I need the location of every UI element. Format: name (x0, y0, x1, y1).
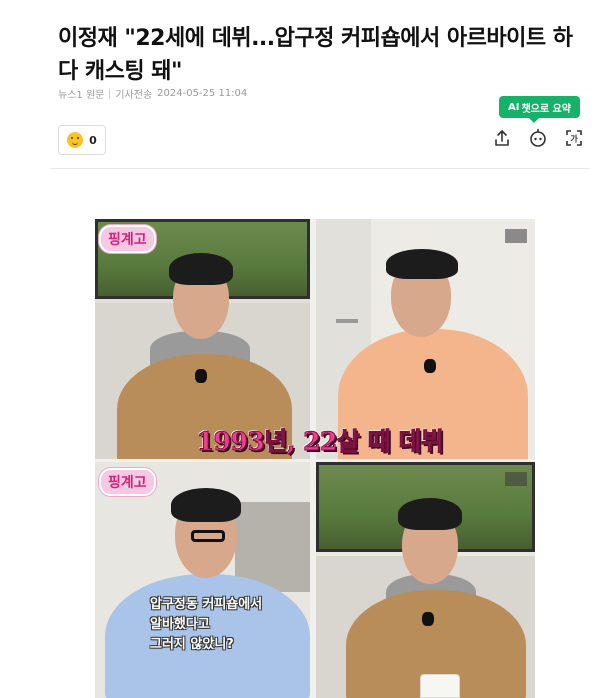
photo-panel-bottom-left: 핑계고 (95, 462, 310, 698)
article-photo: 핑계고 핑계고 1993년, 22살 때 데뷔 압구정동 커피숍에서 알바했다고 (95, 219, 535, 698)
lapel-mic (424, 359, 436, 373)
photo-panel-bottom-right (316, 462, 535, 698)
meta-divider (109, 88, 111, 99)
subtitle-quote: 압구정동 커피숍에서 알바했다고 그러지 않았니? (150, 595, 320, 655)
door-handle (336, 319, 358, 323)
watermark-logo (505, 472, 527, 486)
subtitle-quote-line: 알바했다고 (150, 617, 210, 632)
coffee-cup (420, 674, 460, 698)
show-badge: 핑계고 (99, 225, 156, 253)
source-link[interactable]: 뉴스1 원문 (58, 86, 104, 101)
lapel-mic (195, 369, 207, 383)
subtitle-quote-line: 그러지 않았니? (150, 637, 234, 652)
article-meta: 뉴스1 원문 기사전송 2024-05-25 11:04 (58, 86, 247, 101)
show-badge: 핑계고 (99, 468, 156, 496)
ai-label: AI (508, 101, 520, 113)
ai-summary-label: 챗으로 요약 (521, 103, 571, 115)
text-size-icon[interactable]: 가 (564, 128, 584, 148)
reaction-count: 0 (89, 133, 97, 147)
byline: 기사전송 (115, 90, 153, 101)
hair (398, 498, 462, 530)
svg-text:가: 가 (570, 134, 578, 144)
subtitle-caption: 1993년, 22살 때 데뷔 (196, 427, 444, 457)
subtitle-quote-line: 압구정동 커피숍에서 (150, 597, 263, 612)
ai-summary-button[interactable]: AI 챗으로 요약 (499, 96, 580, 123)
article-tools: 가 (492, 128, 584, 148)
share-icon[interactable] (492, 128, 512, 148)
robot-icon[interactable] (528, 128, 548, 148)
timestamp: 2024-05-25 11:04 (157, 88, 248, 99)
hair (169, 253, 233, 285)
hair (386, 249, 458, 279)
article-headline: 이정재 "22세에 데뷔...압구정 커피숍에서 아르바이트 하다 캐스팅 돼" (58, 26, 573, 84)
hair (171, 488, 241, 522)
section-divider (50, 168, 590, 169)
reaction-button[interactable]: 0 (58, 125, 106, 155)
glasses (191, 530, 225, 542)
lapel-mic (422, 612, 434, 626)
watermark-logo (505, 229, 527, 243)
smile-emoji-icon (67, 132, 84, 148)
